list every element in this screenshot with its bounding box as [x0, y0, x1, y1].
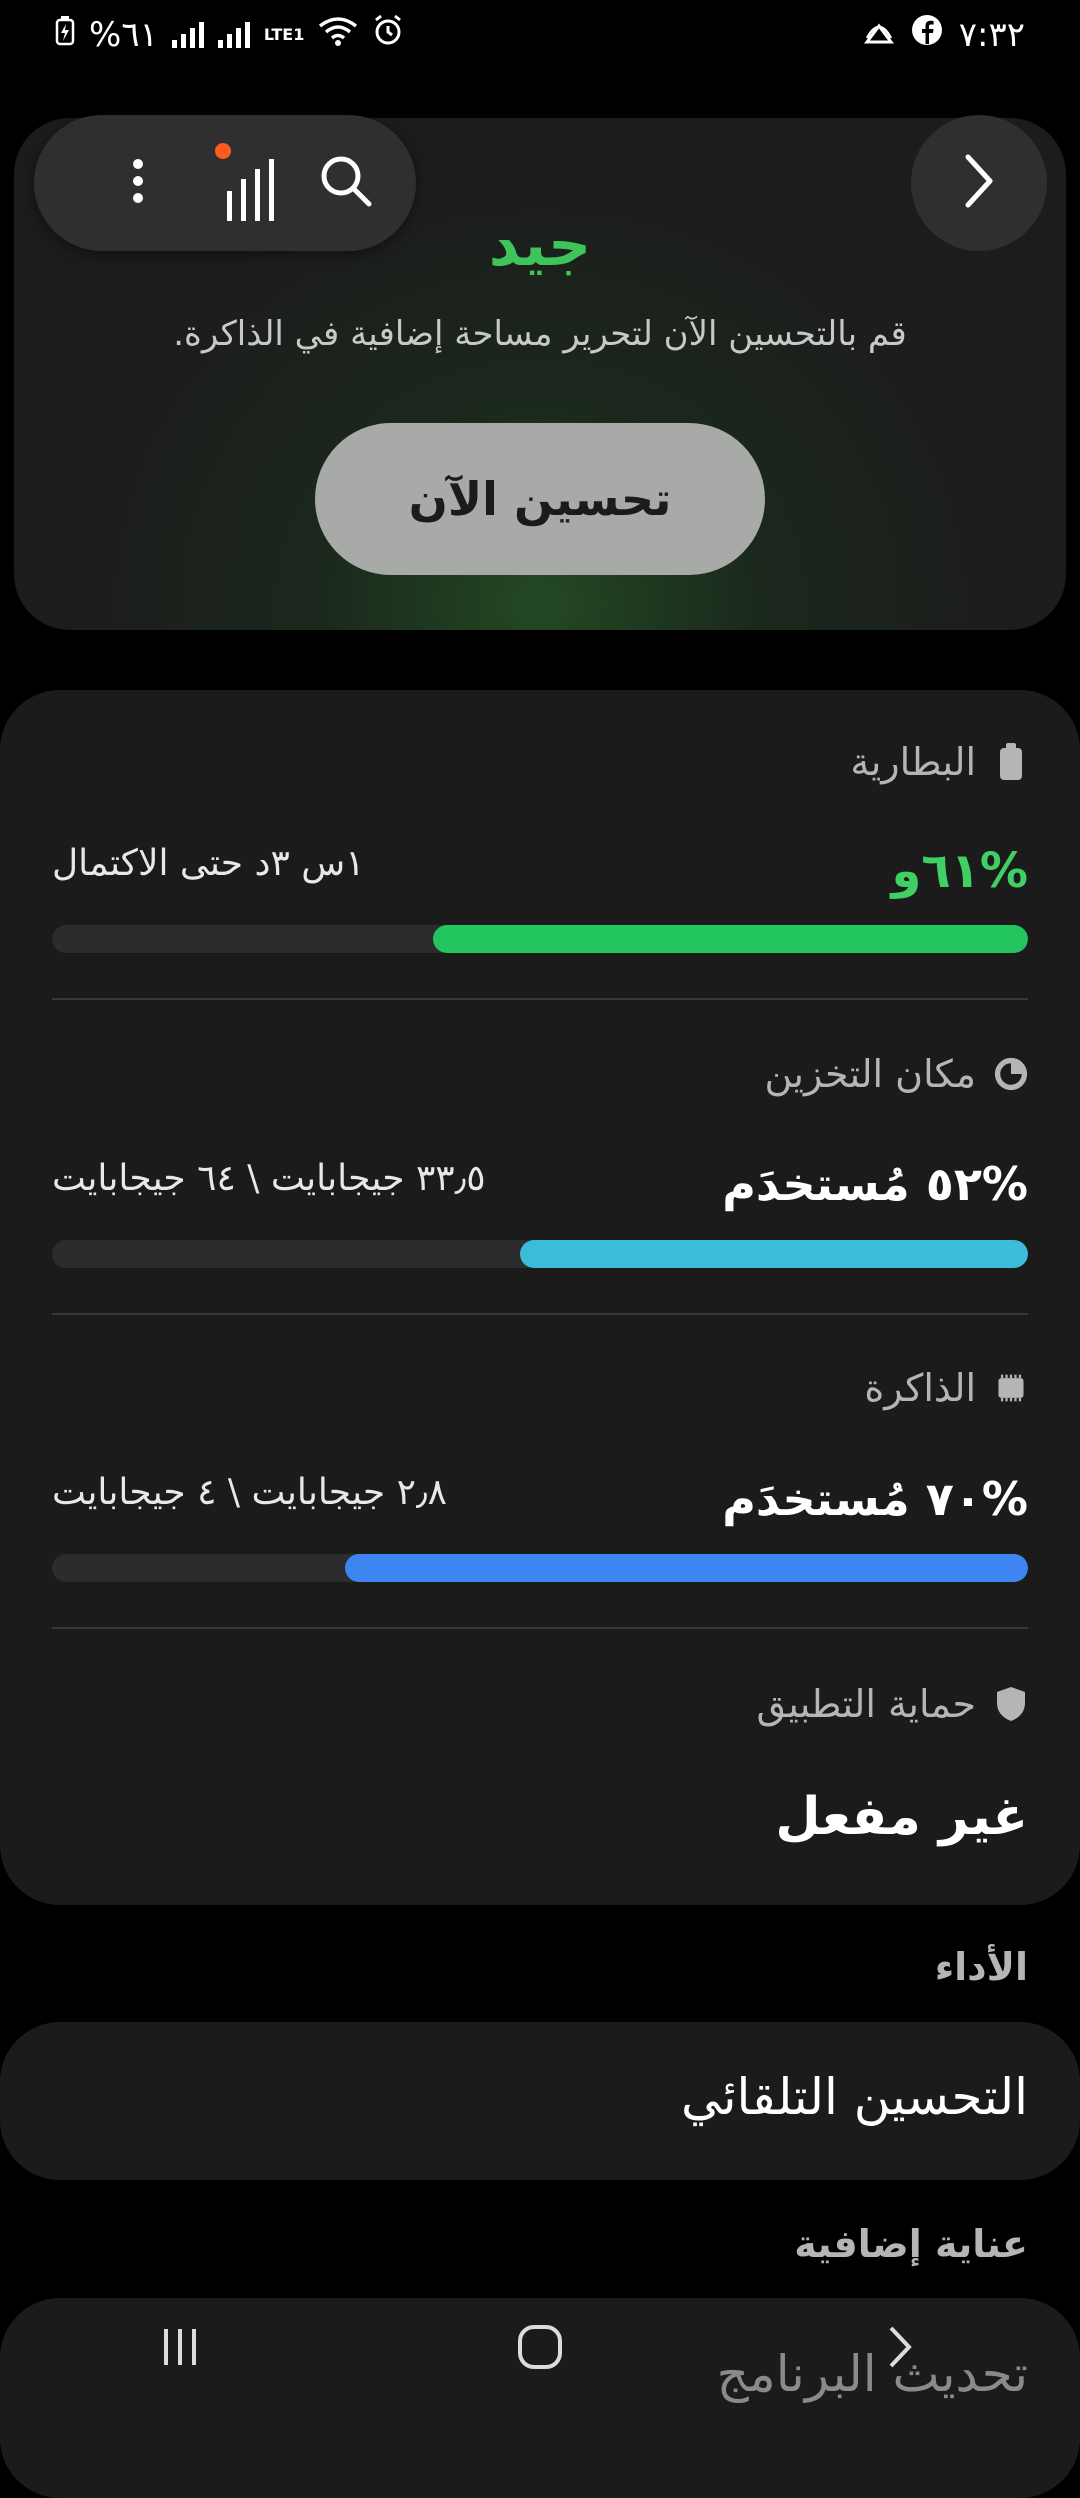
more-vert-icon [132, 158, 144, 208]
signal-icon-2 [217, 21, 250, 48]
cast-icon [863, 15, 895, 55]
chevron-right-icon [962, 153, 996, 213]
battery-progress-fill [432, 925, 1028, 953]
memory-used-value: %٧٠ مُستخدَم [722, 1472, 1028, 1526]
app-protection-section-header[interactable]: حماية التطبيق [757, 1682, 1028, 1726]
battery-title: البطارية [850, 740, 976, 784]
search-icon [319, 154, 373, 212]
more-options-button[interactable] [104, 149, 172, 217]
storage-progress-bar [52, 1240, 1028, 1268]
divider [52, 1627, 1028, 1629]
status-bar: %٦١ LTE1 ٧:٣٢ [0, 0, 1080, 70]
battery-icon [994, 743, 1028, 780]
battery-progress-bar [52, 925, 1028, 953]
battery-time-remaining: ١س ٣د حتى الاكتمال [52, 843, 365, 884]
memory-section-header[interactable]: الذاكرة [864, 1366, 1028, 1410]
memory-progress-fill [344, 1554, 1028, 1582]
home-button[interactable] [470, 2299, 610, 2399]
navigation-bar [0, 2290, 1080, 2408]
status-left: %٦١ LTE1 [55, 14, 404, 55]
battery-section-header[interactable]: البطارية [850, 740, 1028, 784]
battery-percent-value: %٦١ﻭ [891, 843, 1028, 899]
optimize-now-button[interactable]: تحسين الآن [315, 423, 765, 575]
battery-percent: %٦١ [89, 14, 158, 55]
optimize-hint: قم بالتحسين الآن لتحرير مساحة إضافية في … [173, 314, 907, 354]
divider [52, 998, 1028, 1000]
storage-progress-fill [520, 1240, 1028, 1268]
device-status-label: جيد [488, 210, 592, 280]
facebook-icon [911, 14, 943, 55]
storage-icon [994, 1057, 1028, 1091]
clock-time: ٧:٣٢ [958, 14, 1025, 55]
divider [52, 1313, 1028, 1315]
search-button[interactable] [312, 149, 380, 217]
storage-detail: ٣٣٫٥ جيجابايت \ ٦٤ جيجابايت [52, 1158, 486, 1199]
memory-detail: ٢٫٨ جيجابايت \ ٤ جيجابايت [52, 1472, 447, 1513]
network-label: LTE1 [263, 24, 305, 44]
storage-title: مكان التخزين [764, 1052, 976, 1096]
signal-icon-1 [171, 21, 204, 48]
storage-used-value: %٥٢ مُستخدَم [722, 1157, 1028, 1211]
battery-charging-icon [55, 15, 75, 55]
storage-section-header[interactable]: مكان التخزين [764, 1052, 1028, 1096]
home-icon [516, 2323, 564, 2375]
app-protection-status: غير مفعل [775, 1787, 1028, 1847]
recents-button[interactable] [110, 2299, 250, 2399]
extra-care-section-title: عناية إضافية [794, 2222, 1028, 2266]
performance-section-title: الأداء [934, 1945, 1028, 1989]
status-right: ٧:٣٢ [863, 14, 1025, 55]
back-button[interactable] [830, 2299, 970, 2399]
alarm-icon [372, 14, 404, 55]
memory-progress-bar [52, 1554, 1028, 1582]
app-protection-title: حماية التطبيق [756, 1682, 976, 1726]
shield-icon [994, 1687, 1028, 1721]
auto-optimize-label: التحسين التلقائي [680, 2068, 1028, 2126]
wifi-icon [318, 15, 358, 55]
back-icon [885, 2324, 915, 2374]
recents-icon [158, 2325, 202, 2373]
memory-chip-icon [994, 1371, 1028, 1405]
memory-title: الذاكرة [864, 1366, 976, 1410]
